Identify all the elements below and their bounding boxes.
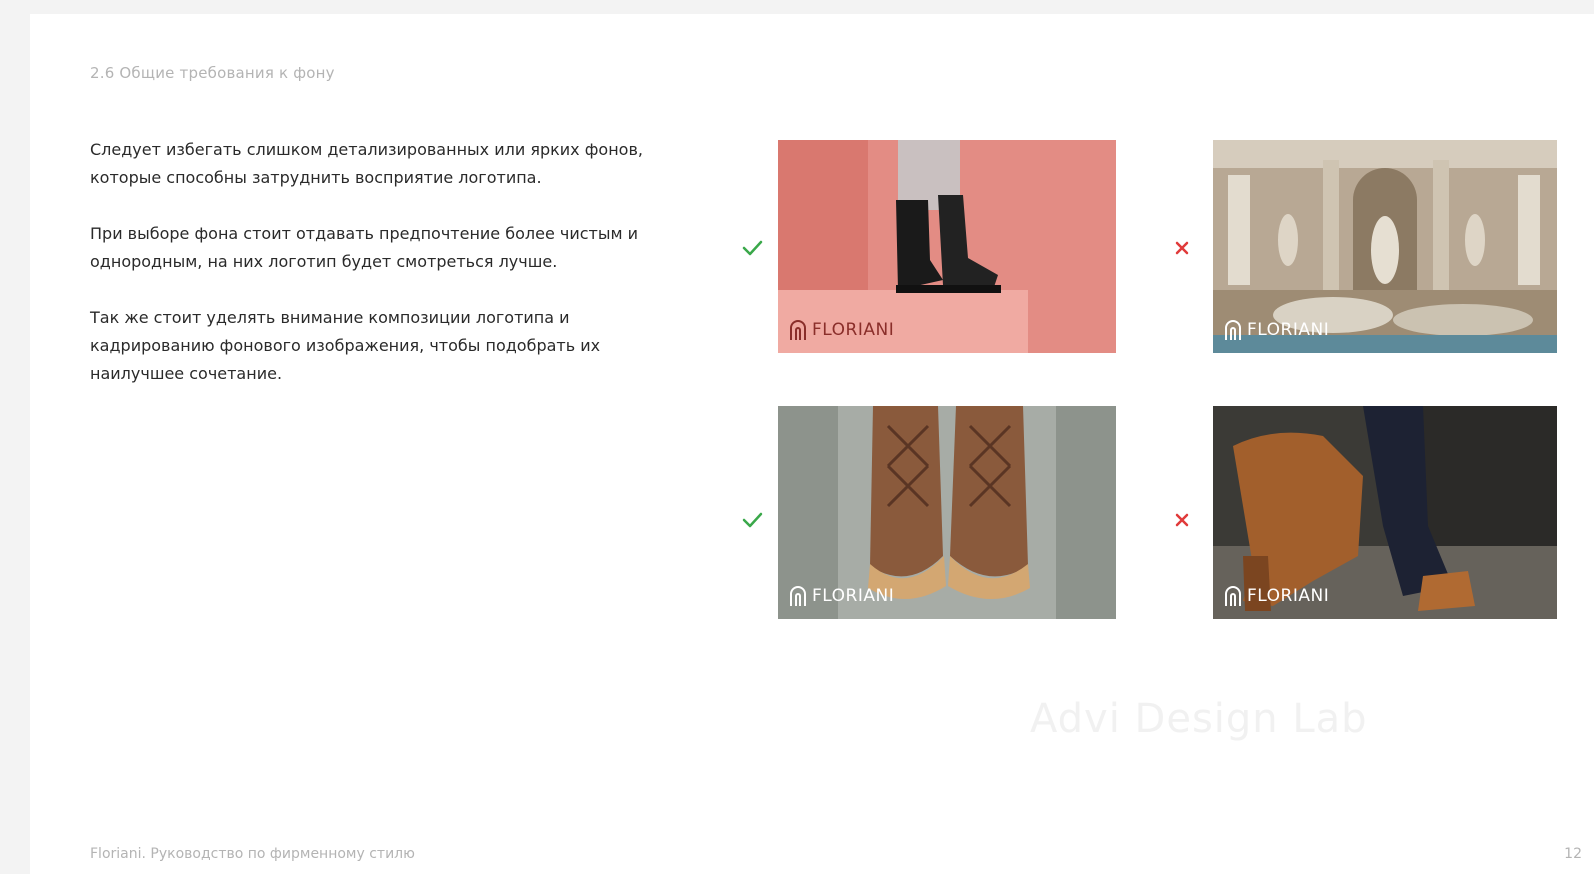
brand-logo-text: FLORIANI xyxy=(812,586,895,606)
watermark: Advi Design Lab xyxy=(1030,696,1368,742)
footer-text: Floriani. Руководство по фирменному стил… xyxy=(90,846,415,862)
brand-logo-overlay: FLORIANI xyxy=(1223,319,1329,341)
brand-logo-text: FLORIANI xyxy=(1247,320,1330,340)
paragraph-2: При выборе фона стоит отдавать предпочте… xyxy=(90,224,639,271)
check-icon xyxy=(738,506,766,534)
cross-icon xyxy=(1168,234,1196,262)
guideline-page: 2.6 Общие требования к фону Следует избе… xyxy=(30,14,1594,874)
check-icon xyxy=(738,234,766,262)
example-photo-fountain: FLORIANI xyxy=(1213,140,1557,353)
brand-logo-overlay: FLORIANI xyxy=(1223,585,1329,607)
example-photo-ankle-boot: FLORIANI xyxy=(1213,406,1557,619)
brand-logo-overlay: FLORIANI xyxy=(788,585,894,607)
paragraph-1: Следует избегать слишком детализированны… xyxy=(90,140,643,187)
brand-logo-overlay: FLORIANI xyxy=(788,319,894,341)
example-photo-sweater-boots: FLORIANI xyxy=(778,406,1116,619)
cross-icon xyxy=(1168,506,1196,534)
brand-logo-text: FLORIANI xyxy=(812,320,895,340)
example-photo-pink-boots: FLORIANI xyxy=(778,140,1116,353)
brand-logo-text: FLORIANI xyxy=(1247,586,1330,606)
paragraph-3: Так же стоит уделять внимание композиции… xyxy=(90,308,601,383)
guideline-text: Следует избегать слишком детализированны… xyxy=(90,136,690,416)
page-number: 12 xyxy=(1564,846,1582,862)
section-title: 2.6 Общие требования к фону xyxy=(90,64,335,82)
